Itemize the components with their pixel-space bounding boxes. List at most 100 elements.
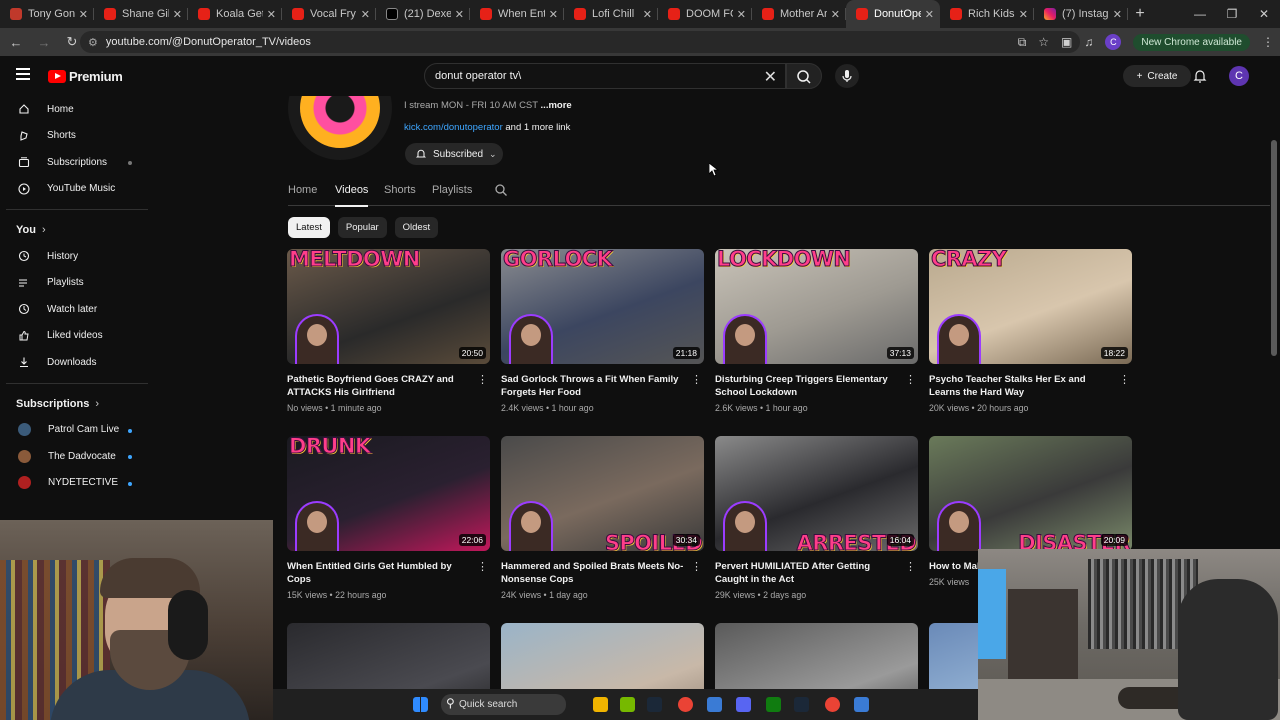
- voice-search-button[interactable]: [835, 64, 859, 88]
- tab-playlists[interactable]: Playlists: [432, 184, 472, 196]
- video-thumbnail[interactable]: SPOILED 30:34: [501, 436, 704, 551]
- create-button[interactable]: + Create: [1123, 65, 1191, 87]
- filter-chip-popular[interactable]: Popular: [337, 217, 387, 238]
- close-tab-icon[interactable]: ✕: [831, 8, 840, 21]
- filter-chip-oldest[interactable]: Oldest: [394, 217, 439, 238]
- close-tab-icon[interactable]: ✕: [1019, 8, 1028, 21]
- sidebar-item-liked-videos[interactable]: Liked videos: [0, 323, 156, 350]
- video-thumbnail[interactable]: CRAZY 18:22: [929, 249, 1132, 364]
- video-thumbnail[interactable]: DRUNK 22:06: [287, 436, 490, 551]
- sidebar-item-playlists[interactable]: Playlists: [0, 270, 156, 297]
- windows-start-icon[interactable]: [413, 697, 428, 712]
- channel-avatar[interactable]: [288, 96, 392, 160]
- media-icon[interactable]: ♫: [1084, 35, 1093, 49]
- close-tab-icon[interactable]: ✕: [737, 8, 746, 21]
- video-thumbnail[interactable]: LOCKDOWN 37:13: [715, 249, 918, 364]
- subscribed-button[interactable]: Subscribed ⌄: [405, 143, 503, 165]
- close-tab-icon[interactable]: ✕: [1113, 8, 1122, 21]
- video-card[interactable]: MELTDOWN 20:50 Pathetic Boyfriend Goes CRA…: [287, 249, 490, 413]
- close-tab-icon[interactable]: ✕: [173, 8, 182, 21]
- tab-shorts[interactable]: Shorts: [384, 184, 416, 196]
- sidebar-subscriptions-heading[interactable]: Subscriptions ›: [0, 391, 156, 417]
- close-tab-icon[interactable]: ✕: [925, 8, 934, 21]
- description-more-link[interactable]: ...more: [541, 100, 572, 111]
- steam-icon-2[interactable]: [794, 697, 809, 712]
- browser-tab[interactable]: Lofi Chill ✕: [564, 0, 658, 28]
- sidebar-item-youtube-music[interactable]: YouTube Music: [0, 176, 156, 203]
- clear-search-icon[interactable]: ✕: [764, 67, 777, 87]
- video-title[interactable]: Sad Gorlock Throws a Fit When Family For…: [501, 373, 691, 399]
- page-scrollbar[interactable]: [1271, 140, 1277, 356]
- hamburger-menu-icon[interactable]: [16, 68, 30, 82]
- more-actions-icon[interactable]: ⋮: [1119, 373, 1130, 386]
- browser-tab[interactable]: Rich Kids Gr ✕: [940, 0, 1034, 28]
- more-links[interactable]: and 1 more link: [505, 122, 570, 133]
- tab-home[interactable]: Home: [288, 184, 317, 196]
- minimize-button[interactable]: —: [1184, 0, 1216, 28]
- close-tab-icon[interactable]: ✕: [361, 8, 370, 21]
- browser-tab[interactable]: Mother Arres ✕: [752, 0, 846, 28]
- nvidia-icon[interactable]: [620, 697, 635, 712]
- video-thumbnail[interactable]: GORLOCK 21:18: [501, 249, 704, 364]
- install-icon[interactable]: ⧉: [1018, 35, 1027, 50]
- video-card[interactable]: ARRESTED 16:04 Pervert HUMILIATED After Ge…: [715, 436, 918, 600]
- channel-description[interactable]: I stream MON - FRI 10 AM CST ...more: [404, 100, 572, 111]
- sidebar-item-subscriptions[interactable]: Subscriptions: [0, 149, 156, 176]
- tab-search-icon[interactable]: ▣: [1061, 35, 1072, 49]
- browser-tab[interactable]: (7) Instagram ✕: [1034, 0, 1128, 28]
- video-card[interactable]: SPOILED 30:34 Hammered and Spoiled Brats M…: [501, 436, 704, 600]
- restore-button[interactable]: ❐: [1216, 0, 1248, 28]
- video-card[interactable]: LOCKDOWN 37:13 Disturbing Creep Triggers E…: [715, 249, 918, 413]
- file-explorer-icon[interactable]: [593, 697, 608, 712]
- search-button[interactable]: [786, 63, 822, 89]
- video-title[interactable]: Pathetic Boyfriend Goes CRAZY and ATTACK…: [287, 373, 477, 399]
- browser-tab[interactable]: DOOM FOR ✕: [658, 0, 752, 28]
- channel-search-icon[interactable]: [494, 183, 508, 197]
- new-tab-button[interactable]: +: [1128, 5, 1152, 23]
- close-tab-icon[interactable]: ✕: [79, 8, 88, 21]
- video-title[interactable]: When Entitled Girls Get Humbled by Cops: [287, 560, 477, 586]
- xbox-icon[interactable]: [766, 697, 781, 712]
- discord-icon[interactable]: [736, 697, 751, 712]
- app-icon[interactable]: [707, 697, 722, 712]
- video-thumbnail[interactable]: ARRESTED 16:04: [715, 436, 918, 551]
- sidebar-item-shorts[interactable]: Shorts: [0, 123, 156, 150]
- video-title[interactable]: Psycho Teacher Stalks Her Ex and Learns …: [929, 373, 1119, 399]
- close-tab-icon[interactable]: ✕: [643, 8, 652, 21]
- sidebar-channel-item[interactable]: The Dadvocate: [0, 443, 156, 470]
- sidebar-item-watch-later[interactable]: Watch later: [0, 296, 156, 323]
- video-card[interactable]: CRAZY 18:22 Psycho Teacher Stalks Her Ex a…: [929, 249, 1132, 413]
- sidebar-channel-item[interactable]: NYDETECTIVE: [0, 470, 156, 497]
- browser-tab[interactable]: When Entitle ✕: [470, 0, 564, 28]
- notifications-bell-icon[interactable]: [1192, 68, 1208, 84]
- quick-search-box[interactable]: Quick search: [441, 694, 566, 715]
- forward-icon[interactable]: →: [32, 35, 56, 50]
- chrome-menu-icon[interactable]: ⋮: [1262, 35, 1274, 49]
- video-title[interactable]: Disturbing Creep Triggers Elementary Sch…: [715, 373, 905, 399]
- more-actions-icon[interactable]: ⋮: [905, 560, 916, 573]
- close-window-button[interactable]: ✕: [1248, 0, 1280, 28]
- close-tab-icon[interactable]: ✕: [267, 8, 276, 21]
- more-actions-icon[interactable]: ⋮: [477, 560, 488, 573]
- more-actions-icon[interactable]: ⋮: [691, 560, 702, 573]
- video-card[interactable]: GORLOCK 21:18 Sad Gorlock Throws a Fit Whe…: [501, 249, 704, 413]
- browser-tab[interactable]: (21) Dexerto ✕: [376, 0, 470, 28]
- video-thumbnail[interactable]: MELTDOWN 20:50: [287, 249, 490, 364]
- video-title[interactable]: Hammered and Spoiled Brats Meets No-Nons…: [501, 560, 691, 586]
- address-bar[interactable]: ⚙ youtube.com/@DonutOperator_TV/videos: [80, 31, 1080, 53]
- app-icon-2[interactable]: [854, 697, 869, 712]
- close-tab-icon[interactable]: ✕: [549, 8, 558, 21]
- sidebar-channel-item[interactable]: Patrol Cam Live: [0, 417, 156, 444]
- youtube-premium-logo[interactable]: Premium: [48, 69, 123, 84]
- account-avatar[interactable]: C: [1229, 66, 1249, 86]
- bookmark-star-icon[interactable]: ☆: [1038, 35, 1049, 49]
- sidebar-item-history[interactable]: History: [0, 243, 156, 270]
- browser-tab[interactable]: Koala Gets K ✕: [188, 0, 282, 28]
- steam-icon[interactable]: [647, 697, 662, 712]
- more-actions-icon[interactable]: ⋮: [905, 373, 916, 386]
- new-chrome-available-button[interactable]: New Chrome available: [1133, 33, 1250, 51]
- video-card[interactable]: DRUNK 22:06 When Entitled Girls Get Humble…: [287, 436, 490, 600]
- back-icon[interactable]: ←: [4, 35, 28, 50]
- search-input[interactable]: donut operator tv\: [435, 70, 521, 82]
- close-tab-icon[interactable]: ✕: [455, 8, 464, 21]
